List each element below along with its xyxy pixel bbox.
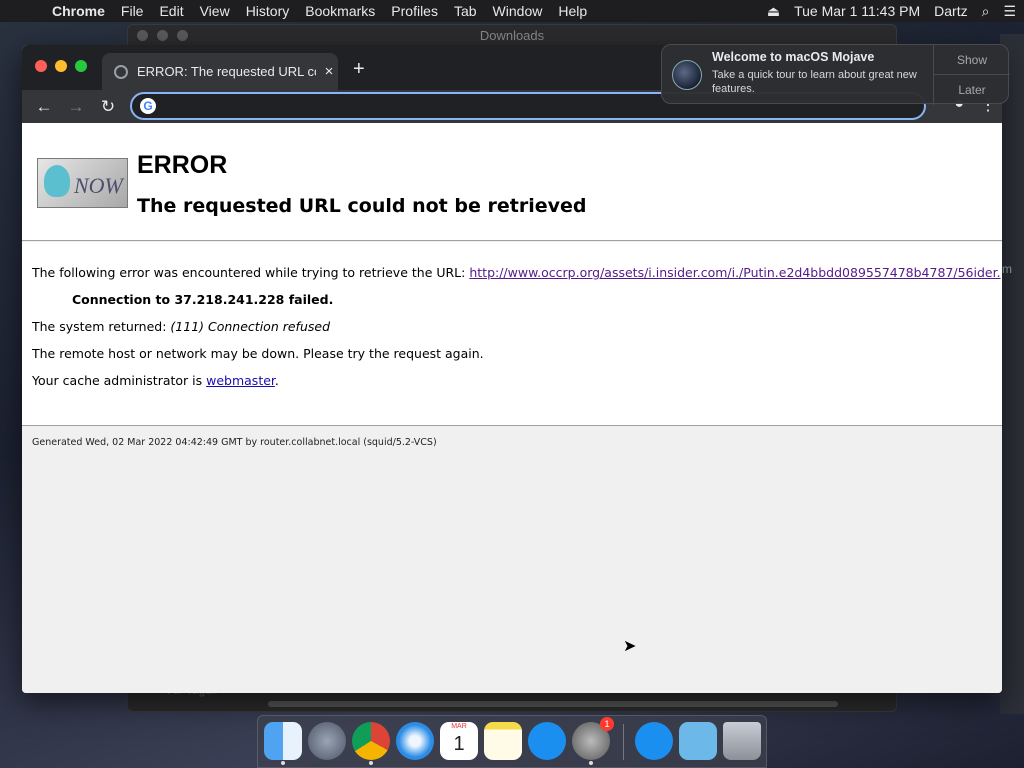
forward-arrow-icon[interactable]: → <box>64 95 88 119</box>
calendar-icon[interactable]: MAR 1 <box>440 722 478 760</box>
cache-admin-line: Your cache administrator is webmaster. <box>32 373 279 388</box>
error-url-link[interactable]: http://www.occrp.org/assets/i.insider.co… <box>469 265 1000 280</box>
notification-center-icon[interactable]: ☰ <box>1003 3 1016 20</box>
logo-text: NOW <box>74 173 123 198</box>
calendar-month: MAR <box>451 723 467 730</box>
menu-profiles[interactable]: Profiles <box>383 0 446 22</box>
cache-admin-suffix: . <box>274 373 279 388</box>
chrome-window: ERROR: The requested URL could not be re… <box>22 45 1002 693</box>
dock: MAR 1 1 <box>257 715 767 768</box>
menu-bookmarks[interactable]: Bookmarks <box>297 0 383 22</box>
dock-separator <box>623 724 624 760</box>
menu-app-name[interactable]: Chrome <box>44 0 113 22</box>
system-returned-label: The system returned: <box>32 319 171 334</box>
safari-icon[interactable] <box>396 722 434 760</box>
error-body: The following error was encountered whil… <box>22 242 1002 426</box>
system-error-text: (111) Connection refused <box>170 319 330 334</box>
error-intro-line: The following error was encountered whil… <box>32 265 1001 280</box>
zoom-window-button[interactable] <box>75 60 87 72</box>
back-arrow-icon[interactable]: ← <box>32 95 56 119</box>
menu-user[interactable]: Dartz <box>934 3 967 19</box>
generated-footer: Generated Wed, 02 Mar 2022 04:42:49 GMT … <box>32 437 437 448</box>
remote-host-text: The remote host or network may be down. … <box>32 346 484 361</box>
tab-title: ERROR: The requested URL could not be re… <box>137 64 316 79</box>
macos-notification[interactable]: Welcome to macOS Mojave Take a quick tou… <box>661 44 1010 105</box>
connection-failed-text: Connection to 37.218.241.228 failed. <box>72 292 334 307</box>
menu-edit[interactable]: Edit <box>151 0 191 22</box>
status-menus: ⏏ Tue Mar 1 11:43 PM Dartz ⌕ ☰ <box>767 0 1016 22</box>
error-subheading: The requested URL could not be retrieved <box>137 195 587 217</box>
squid-logo: NOW <box>37 158 128 208</box>
trash-icon[interactable] <box>723 722 761 760</box>
app-store-downloaded-icon[interactable] <box>635 722 673 760</box>
menu-file[interactable]: File <box>113 0 152 22</box>
menu-bar: Chrome File Edit View History Bookmarks … <box>0 0 1024 22</box>
eject-icon[interactable]: ⏏ <box>767 3 780 20</box>
error-heading: ERROR <box>137 151 228 179</box>
globe-icon <box>114 64 128 79</box>
notification-text: Take a quick tour to learn about great n… <box>712 69 917 95</box>
mojave-icon <box>672 60 702 90</box>
finder-icon[interactable] <box>264 722 302 760</box>
menu-window[interactable]: Window <box>485 0 551 22</box>
squid-icon <box>44 165 70 197</box>
new-tab-button[interactable]: + <box>353 58 365 81</box>
tab-active[interactable]: ERROR: The requested URL could not be re… <box>102 53 338 90</box>
menu-tab[interactable]: Tab <box>446 0 485 22</box>
error-intro-text: The following error was encountered whil… <box>32 265 470 280</box>
close-window-button[interactable] <box>35 60 47 72</box>
google-icon: G <box>140 98 156 114</box>
chrome-icon[interactable] <box>352 722 390 760</box>
launchpad-icon[interactable] <box>308 722 346 760</box>
downloads-folder-icon[interactable] <box>679 722 717 760</box>
prefs-badge: 1 <box>600 717 614 731</box>
spotlight-search-icon[interactable]: ⌕ <box>982 3 990 20</box>
reload-icon[interactable]: ↻ <box>96 95 120 119</box>
system-returned-line: The system returned: (111) Connection re… <box>32 319 330 334</box>
downloads-scrollbar[interactable] <box>268 701 838 707</box>
downloads-titlebar: Downloads <box>128 25 896 45</box>
window-controls <box>35 60 87 72</box>
cache-admin-label: Your cache administrator is <box>32 373 207 388</box>
notification-title: Welcome to macOS Mojave <box>712 50 875 64</box>
minimize-window-button[interactable] <box>55 60 67 72</box>
notification-later-button[interactable]: Later <box>933 75 1010 105</box>
mouse-cursor-icon: ➤ <box>623 638 637 655</box>
notes-icon[interactable] <box>484 722 522 760</box>
menu-view[interactable]: View <box>192 0 238 22</box>
menu-history[interactable]: History <box>238 0 298 22</box>
menu-help[interactable]: Help <box>550 0 595 22</box>
page-content: NOW ERROR The requested URL could not be… <box>22 123 1002 693</box>
menu-clock[interactable]: Tue Mar 1 11:43 PM <box>794 3 920 19</box>
background-window-edge: m <box>1000 34 1024 714</box>
downloads-title: Downloads <box>479 28 545 43</box>
system-preferences-icon[interactable]: 1 <box>572 717 614 760</box>
webmaster-link[interactable]: webmaster <box>206 373 275 388</box>
error-header: NOW ERROR The requested URL could not be… <box>22 123 1002 241</box>
calendar-day: 1 <box>453 733 465 755</box>
tab-close-icon[interactable]: × <box>320 63 338 80</box>
notification-show-button[interactable]: Show <box>933 45 1010 75</box>
app-store-icon[interactable] <box>528 722 566 760</box>
